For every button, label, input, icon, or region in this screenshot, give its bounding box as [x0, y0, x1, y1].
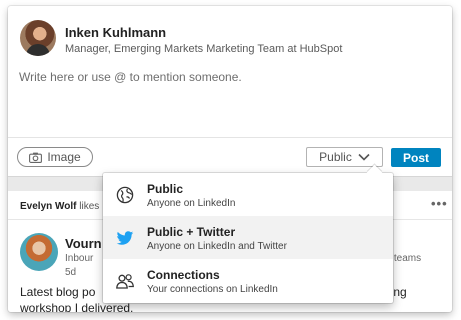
- option-title: Public: [147, 182, 184, 196]
- image-button-label: Image: [47, 150, 81, 164]
- people-icon: [116, 274, 134, 289]
- option-subtitle: Anyone on LinkedIn: [147, 198, 236, 209]
- option-title: Connections: [147, 268, 220, 282]
- poster-headline: Inbour: [65, 253, 94, 264]
- post-composer: Inken Kuhlmann Manager, Emerging Markets…: [8, 6, 452, 177]
- visibility-option-public-twitter[interactable]: Public + Twitter Anyone on LinkedIn and …: [103, 216, 393, 259]
- more-options-icon[interactable]: •••: [431, 196, 448, 211]
- activity-action: likes: [79, 201, 100, 212]
- user-name: Inken Kuhlmann: [65, 25, 167, 40]
- post-timestamp: 5d: [65, 267, 77, 278]
- visibility-option-connections[interactable]: Connections Your connections on LinkedIn: [103, 259, 393, 302]
- chevron-down-icon: [358, 153, 370, 161]
- visibility-menu: Public Anyone on LinkedIn Public + Twitt…: [103, 164, 393, 303]
- post-text: Latest blog po: [20, 285, 96, 299]
- post-button[interactable]: Post: [391, 148, 441, 167]
- user-avatar: [20, 20, 56, 56]
- poster-name[interactable]: Vourn: [65, 236, 102, 251]
- option-subtitle: Anyone on LinkedIn and Twitter: [147, 241, 287, 252]
- activity-actor[interactable]: Evelyn Wolf: [20, 201, 77, 212]
- camera-icon: [29, 152, 43, 163]
- activity-line: Evelyn Wolf likes: [20, 201, 99, 212]
- visibility-dropdown[interactable]: Public: [306, 147, 383, 167]
- user-headline: Manager, Emerging Markets Marketing Team…: [65, 43, 343, 55]
- option-title: Public + Twitter: [147, 225, 236, 239]
- share-box-window: Inken Kuhlmann Manager, Emerging Markets…: [8, 6, 452, 312]
- image-button[interactable]: Image: [17, 147, 93, 167]
- visibility-label: Public: [319, 150, 352, 164]
- poster-avatar[interactable]: [20, 233, 58, 271]
- compose-text-area[interactable]: Write here or use @ to mention someone.: [19, 70, 242, 84]
- option-subtitle: Your connections on LinkedIn: [147, 284, 278, 295]
- twitter-bird-icon: [116, 231, 134, 245]
- globe-icon: [116, 186, 134, 204]
- visibility-option-public[interactable]: Public Anyone on LinkedIn: [103, 173, 393, 216]
- composer-divider: [8, 137, 452, 138]
